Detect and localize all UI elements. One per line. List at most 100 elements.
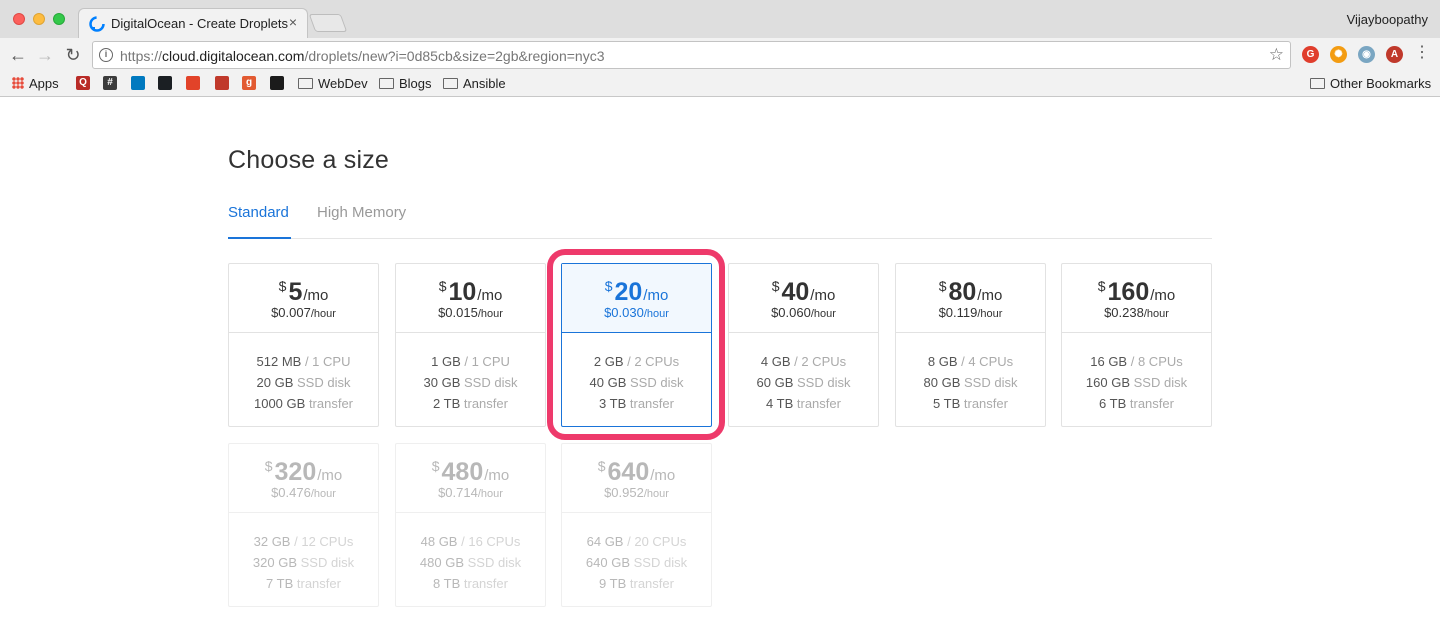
price-amount: 160 bbox=[1107, 278, 1150, 306]
size-card-header: $5/mo $0.007/hour bbox=[229, 264, 378, 333]
cpu-value: / 16 CPUs bbox=[461, 534, 521, 549]
address-bar[interactable]: i https://cloud.digitalocean.com/droplet… bbox=[92, 41, 1291, 69]
browser-tab-active[interactable]: DigitalOcean - Create Droplets × bbox=[78, 8, 308, 38]
disk-value: 30 GB bbox=[423, 375, 461, 390]
bookmark-webdev[interactable]: WebDev bbox=[298, 75, 368, 93]
tab-standard[interactable]: Standard bbox=[228, 204, 291, 239]
hourly-unit: /hour bbox=[477, 488, 503, 500]
new-tab-button[interactable] bbox=[308, 14, 348, 32]
profile-name[interactable]: Vijayboopathy bbox=[1347, 12, 1428, 27]
folder-icon bbox=[298, 78, 313, 89]
g-icon[interactable]: g bbox=[242, 76, 256, 90]
hourly-amount: $0.952 bbox=[604, 485, 644, 500]
browser-menu-icon[interactable]: ⋮ bbox=[1414, 44, 1430, 62]
transfer-spec: 6 TB transfer bbox=[1062, 393, 1211, 414]
monthly-price: $480/mo bbox=[396, 458, 545, 487]
disk-spec: 30 GB SSD disk bbox=[396, 372, 545, 393]
red-square-icon[interactable] bbox=[215, 76, 229, 90]
close-window-button[interactable] bbox=[13, 13, 25, 25]
adblock-icon[interactable]: A bbox=[1386, 46, 1403, 63]
memory-spec: 8 GB / 4 CPUs bbox=[896, 351, 1045, 372]
tab-high-memory[interactable]: High Memory bbox=[317, 204, 406, 239]
size-card-10[interactable]: $10/mo $0.015/hour 1 GB / 1 CPU 30 GB SSD d… bbox=[395, 263, 546, 427]
price-period: /mo bbox=[303, 287, 329, 304]
folder-icon bbox=[443, 78, 458, 89]
transfer-value: 5 TB bbox=[933, 396, 961, 411]
minimize-window-button[interactable] bbox=[33, 13, 45, 25]
memory-spec: 1 GB / 1 CPU bbox=[396, 351, 545, 372]
hourly-unit: /hour bbox=[310, 308, 336, 320]
ram-value: 8 GB bbox=[927, 354, 958, 369]
size-card-80[interactable]: $80/mo $0.119/hour 8 GB / 4 CPUs 80 GB SSD … bbox=[895, 263, 1046, 427]
disk-value: 80 GB bbox=[923, 375, 961, 390]
price-amount: 640 bbox=[607, 458, 650, 486]
gitlab-icon[interactable] bbox=[186, 76, 200, 90]
ram-value: 16 GB bbox=[1090, 354, 1128, 369]
zoom-window-button[interactable] bbox=[53, 13, 65, 25]
other-bookmarks-label: Other Bookmarks bbox=[1330, 76, 1432, 91]
bookmark-label: Ansible bbox=[463, 76, 506, 91]
bookmark-apps[interactable]: Apps bbox=[12, 75, 59, 93]
tab-close-icon[interactable]: × bbox=[289, 14, 297, 30]
size-card-header: $40/mo $0.060/hour bbox=[729, 264, 878, 333]
size-card-320: $320/mo $0.476/hour 32 GB / 12 CPUs 320 GB … bbox=[228, 443, 379, 607]
forward-arrow-icon[interactable]: → bbox=[35, 45, 55, 65]
price-amount: 320 bbox=[274, 458, 317, 486]
disk-spec: 60 GB SSD disk bbox=[729, 372, 878, 393]
spotify-icon[interactable] bbox=[270, 76, 284, 90]
transfer-value: 2 TB bbox=[433, 396, 461, 411]
monthly-price: $5/mo bbox=[229, 278, 378, 307]
size-card-header: $320/mo $0.476/hour bbox=[229, 444, 378, 513]
price-period: /mo bbox=[810, 287, 836, 304]
bookmark-ansible[interactable]: Ansible bbox=[443, 75, 506, 93]
price-period: /mo bbox=[477, 287, 503, 304]
bookmark-blogs[interactable]: Blogs bbox=[379, 75, 432, 93]
extension-3-icon[interactable]: ◉ bbox=[1358, 46, 1375, 63]
disk-value: 20 GB bbox=[256, 375, 294, 390]
monthly-price: $40/mo bbox=[729, 278, 878, 307]
site-info-icon[interactable]: i bbox=[99, 48, 113, 62]
trello-icon[interactable] bbox=[131, 76, 145, 90]
extension-1-icon[interactable]: G bbox=[1302, 46, 1319, 63]
tab-title: DigitalOcean - Create Droplets bbox=[111, 16, 289, 31]
transfer-label: transfer bbox=[1129, 396, 1174, 411]
transfer-value: 4 TB bbox=[766, 396, 794, 411]
size-card-header: $80/mo $0.119/hour bbox=[896, 264, 1045, 333]
size-card-20[interactable]: $20/mo $0.030/hour 2 GB / 2 CPUs 40 GB SSD … bbox=[561, 263, 712, 427]
transfer-label: transfer bbox=[629, 396, 674, 411]
hashtag-icon[interactable]: # bbox=[103, 76, 117, 90]
github-icon[interactable] bbox=[158, 76, 172, 90]
size-card-160[interactable]: $160/mo $0.238/hour 16 GB / 8 CPUs 160 GB S… bbox=[1061, 263, 1212, 427]
transfer-value: 9 TB bbox=[599, 576, 627, 591]
transfer-value: 3 TB bbox=[599, 396, 627, 411]
transfer-label: transfer bbox=[463, 576, 508, 591]
size-card-40[interactable]: $40/mo $0.060/hour 4 GB / 2 CPUs 60 GB SSD … bbox=[728, 263, 879, 427]
transfer-spec: 4 TB transfer bbox=[729, 393, 878, 414]
transfer-label: transfer bbox=[308, 396, 354, 411]
hourly-price: $0.119/hour bbox=[896, 305, 1045, 320]
memory-spec: 32 GB / 12 CPUs bbox=[229, 531, 378, 552]
url-text[interactable]: https://cloud.digitalocean.com/droplets/… bbox=[120, 48, 605, 64]
currency-symbol: $ bbox=[938, 278, 947, 294]
quora-icon[interactable]: Q bbox=[76, 76, 90, 90]
size-specs: 48 GB / 16 CPUs 480 GB SSD disk 8 TB trans… bbox=[396, 531, 545, 594]
hourly-amount: $0.030 bbox=[604, 305, 644, 320]
disk-label: SSD disk bbox=[630, 375, 684, 390]
back-arrow-icon[interactable]: ← bbox=[8, 45, 28, 65]
extension-2-icon[interactable]: ✺ bbox=[1330, 46, 1347, 63]
transfer-spec: 9 TB transfer bbox=[562, 573, 711, 594]
price-period: /mo bbox=[977, 287, 1003, 304]
transfer-spec: 5 TB transfer bbox=[896, 393, 1045, 414]
size-specs: 512 MB / 1 CPU 20 GB SSD disk 1000 GB tran… bbox=[229, 351, 378, 414]
price-period: /mo bbox=[317, 467, 343, 484]
hourly-unit: /hour bbox=[977, 308, 1003, 320]
size-card-5[interactable]: $5/mo $0.007/hour 512 MB / 1 CPU 20 GB SSD … bbox=[228, 263, 379, 427]
other-bookmarks[interactable]: Other Bookmarks bbox=[1310, 75, 1431, 93]
memory-spec: 2 GB / 2 CPUs bbox=[562, 351, 711, 372]
hourly-amount: $0.714 bbox=[438, 485, 478, 500]
bookmark-label: WebDev bbox=[318, 76, 368, 91]
transfer-spec: 1000 GB transfer bbox=[229, 393, 378, 414]
reload-icon[interactable]: ↻ bbox=[63, 45, 83, 65]
bookmark-star-icon[interactable]: ☆ bbox=[1269, 45, 1284, 65]
disk-label: SSD disk bbox=[797, 375, 851, 390]
